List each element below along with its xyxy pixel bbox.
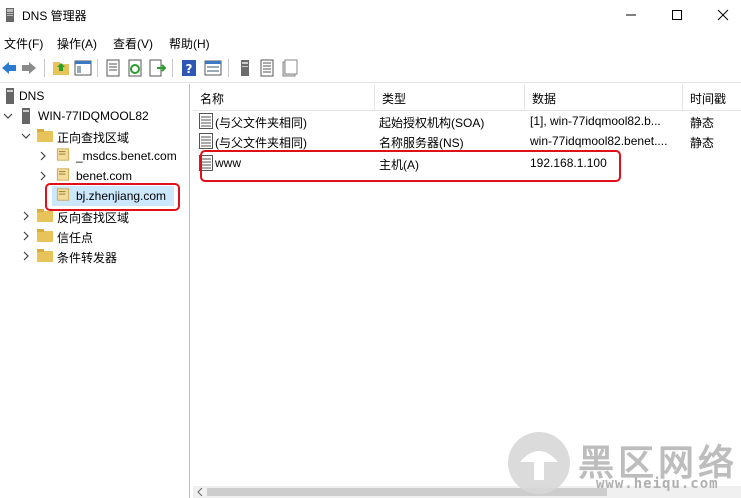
menu-bar: 文件(F) 操作(A) 查看(V) 帮助(H) (0, 31, 741, 53)
cell-timestamp: 静态 (690, 116, 715, 130)
console-tree: DNS WIN-77IDQMOOL82 正向查找区域 _msdcs.benet.… (0, 84, 190, 498)
show-tree-icon[interactable] (74, 59, 92, 77)
cell-data: [1], win-77idqmool82.b... (530, 114, 661, 128)
tree-label: WIN-77IDQMOOL82 (38, 109, 149, 123)
cell-name: (与父文件夹相同) (215, 116, 307, 130)
tree-label: 正向查找区域 (57, 131, 130, 145)
watermark: 黑区网络 www.heiqu.com (508, 432, 741, 494)
cell-type: 起始授权机构(SOA) (379, 116, 485, 130)
title-bar: DNS 管理器 (0, 0, 741, 30)
tree-label: 条件转发器 (57, 251, 118, 265)
record-icon (199, 113, 213, 129)
properties-icon[interactable] (104, 59, 122, 77)
folder-icon (37, 129, 53, 142)
up-folder-icon[interactable] (52, 59, 70, 77)
chevron-right-icon[interactable] (38, 171, 48, 181)
maximize-icon (672, 10, 682, 20)
zone-icon (56, 148, 70, 161)
watermark-url: www.heiqu.com (596, 476, 719, 492)
tree-label: 反向查找区域 (57, 211, 130, 225)
column-header-timestamp[interactable]: 时间戳 (683, 84, 741, 110)
tree-node-reverse-zones[interactable]: 反向查找区域 (0, 206, 190, 226)
table-row[interactable]: (与父文件夹相同) 名称服务器(NS) win-77idqmool82.bene… (193, 131, 741, 151)
menu-view[interactable]: 查看(V) (113, 35, 153, 52)
minimize-button[interactable] (608, 0, 654, 30)
maximize-button[interactable] (654, 0, 700, 30)
help-icon[interactable]: ? (180, 59, 198, 77)
chevron-down-icon[interactable] (3, 111, 13, 121)
tree-label: 信任点 (57, 231, 94, 245)
chevron-right-icon[interactable] (21, 231, 31, 241)
watermark-logo (508, 432, 570, 494)
export-list-icon[interactable] (148, 59, 166, 77)
dns-app-icon (6, 8, 14, 22)
tree-node-server[interactable]: WIN-77IDQMOOL82 (0, 106, 190, 126)
chevron-right-icon[interactable] (21, 211, 31, 221)
tree-label: _msdcs.benet.com (76, 149, 177, 163)
zone-icon (56, 168, 70, 181)
close-button[interactable] (700, 0, 741, 30)
tree-node-conditional-forwarders[interactable]: 条件转发器 (0, 246, 190, 266)
record-list-icon[interactable] (258, 59, 276, 77)
tree-node-trust-points[interactable]: 信任点 (0, 226, 190, 246)
highlight-box-record (200, 150, 621, 182)
tree-node-zone-msdcs[interactable]: _msdcs.benet.com (0, 146, 190, 166)
chevron-down-icon[interactable] (21, 131, 31, 141)
zone-icon[interactable] (280, 59, 298, 77)
chevron-right-icon[interactable] (21, 251, 31, 261)
cell-type: 名称服务器(NS) (379, 136, 464, 150)
dns-manager-window: DNS 管理器 文件(F) 操作(A) 查看(V) 帮助(H) ? DNS WI… (0, 0, 741, 498)
menu-action[interactable]: 操作(A) (57, 35, 97, 52)
tree-node-forward-zones[interactable]: 正向查找区域 (0, 126, 190, 146)
back-arrow-icon[interactable] (0, 59, 18, 77)
column-header-type[interactable]: 类型 (375, 84, 525, 110)
table-row[interactable]: (与父文件夹相同) 起始授权机构(SOA) [1], win-77idqmool… (193, 111, 741, 131)
column-header-data[interactable]: 数据 (525, 84, 683, 110)
scroll-left-icon[interactable] (196, 488, 204, 496)
tree-label: DNS (19, 89, 45, 103)
toolbar: ? (0, 53, 741, 83)
folder-icon (37, 229, 53, 242)
mushroom-icon (520, 451, 558, 480)
svg-text:?: ? (186, 62, 193, 76)
tree-label: benet.com (76, 169, 133, 183)
server-icon (22, 108, 30, 124)
close-icon (717, 9, 729, 21)
column-header-name[interactable]: 名称 (193, 84, 375, 110)
refresh-icon[interactable] (126, 59, 144, 77)
forward-arrow-icon[interactable] (20, 59, 38, 77)
cell-timestamp: 静态 (690, 136, 715, 150)
record-icon (199, 133, 213, 149)
server-icon[interactable] (236, 59, 254, 77)
chevron-right-icon[interactable] (38, 151, 48, 161)
cell-name: (与父文件夹相同) (215, 136, 307, 150)
window-title: DNS 管理器 (22, 9, 87, 23)
folder-icon (37, 249, 53, 262)
menu-help[interactable]: 帮助(H) (169, 35, 210, 52)
dns-root-icon (6, 88, 14, 104)
folder-icon (37, 209, 53, 222)
menu-file[interactable]: 文件(F) (4, 35, 43, 52)
cell-data: win-77idqmool82.benet.... (530, 134, 668, 148)
tree-node-dns[interactable]: DNS (0, 86, 190, 106)
minimize-icon (626, 14, 636, 16)
show-hide-icon[interactable] (204, 59, 222, 77)
